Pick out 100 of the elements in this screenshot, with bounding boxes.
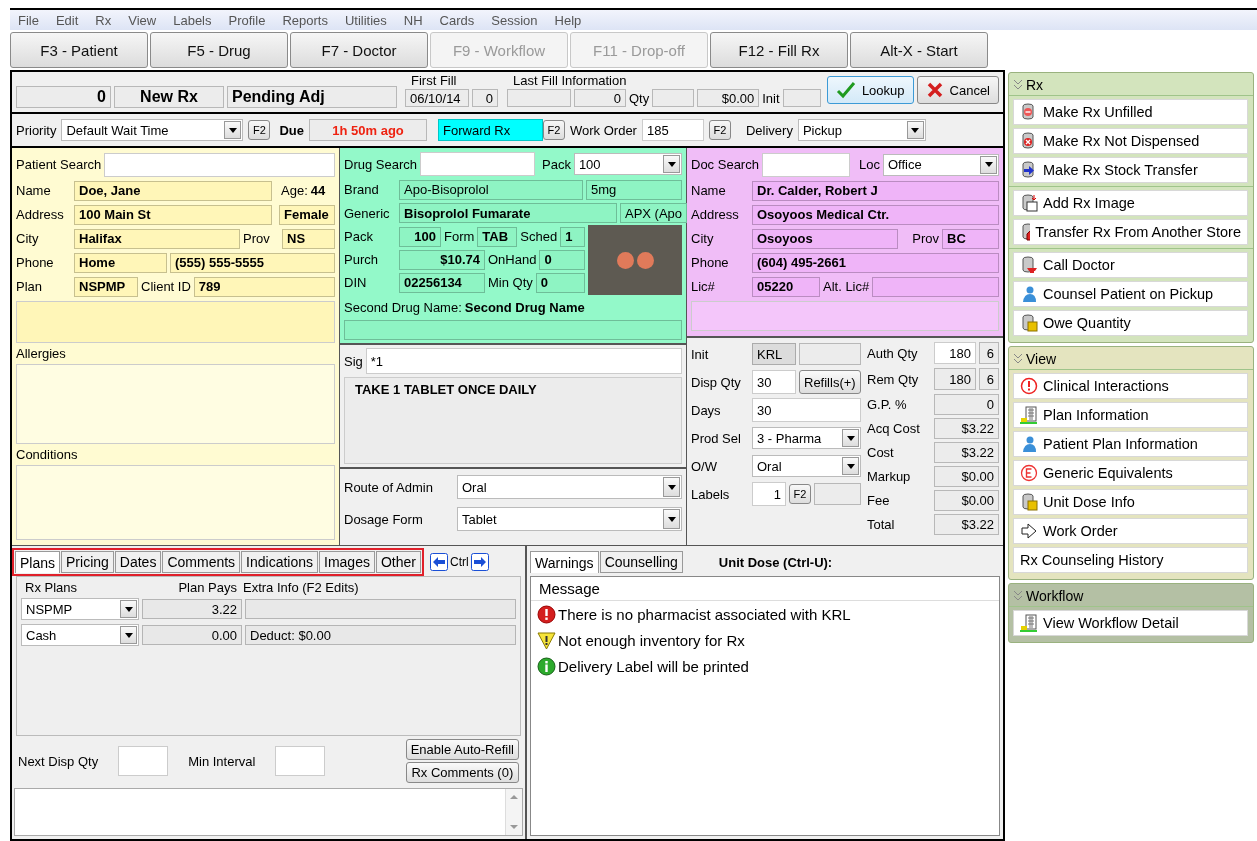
side-panel-item[interactable]: Make Rx Stock Transfer [1013, 157, 1248, 183]
allergies-box[interactable] [16, 364, 335, 444]
tab[interactable]: Pricing [61, 551, 114, 573]
side-panel-item[interactable]: Transfer Rx From Another Store [1013, 219, 1248, 245]
side-panel-item[interactable]: Call Doctor [1013, 252, 1248, 278]
column-header: Extra Info (F2 Edits) [243, 579, 359, 595]
patient-search-field[interactable] [104, 152, 335, 177]
work-order-field[interactable]: 185 [641, 119, 704, 141]
rem-refills-field: 6 [979, 368, 999, 390]
plan-label: Plan [16, 279, 44, 294]
message-text: Delivery Label will be printed [558, 657, 749, 675]
side-panel-item[interactable]: Owe Quantity [1013, 310, 1248, 336]
client-id-field: 789 [193, 276, 335, 297]
drug-search-field[interactable] [420, 152, 535, 177]
rx-status-field: Pending Adj [227, 86, 397, 108]
dosage-form-label: Dosage Form [344, 511, 424, 527]
sched-label: Sched [520, 229, 558, 245]
menu-item[interactable]: Cards [439, 12, 475, 28]
side-panel-item[interactable]: View Workflow Detail [1013, 610, 1248, 636]
doc-search-field[interactable] [761, 152, 850, 177]
disp-qty-field[interactable]: 30 [752, 370, 796, 394]
doctor-prov-field: BC [942, 228, 999, 249]
client-id-label: Client ID [141, 279, 191, 294]
tab[interactable]: Counselling [599, 551, 683, 573]
f2-button[interactable]: F2 [708, 120, 731, 140]
menu-item[interactable]: Labels [173, 12, 212, 28]
f2-button[interactable]: F2 [789, 484, 811, 504]
plan-dropdown[interactable]: NSPMP [21, 598, 139, 620]
location-dropdown[interactable]: Office [882, 153, 999, 176]
dosage-form-dropdown[interactable]: Tablet [457, 507, 682, 531]
brand-label: Brand [344, 182, 380, 198]
side-panel-item[interactable]: Plan Information [1013, 402, 1248, 428]
toolbar-button[interactable]: F12 - Fill Rx [710, 32, 848, 68]
toolbar-button[interactable]: F5 - Drug [150, 32, 288, 68]
menu-item[interactable]: Help [554, 12, 582, 28]
menu-item[interactable]: Edit [55, 12, 79, 28]
side-panel-item[interactable]: Clinical Interactions [1013, 373, 1248, 399]
action-button[interactable]: Rx Comments (0) [405, 762, 519, 783]
plan-dropdown[interactable]: Cash [21, 624, 139, 646]
side-panel-item[interactable]: Counsel Patient on Pickup [1013, 281, 1248, 307]
sig-code-field[interactable]: *1 [365, 348, 682, 374]
conditions-box[interactable] [16, 465, 335, 540]
priority-dropdown[interactable]: Default Wait Time [61, 119, 244, 141]
menu-item[interactable]: File [18, 12, 39, 28]
menu-item[interactable]: Reports [282, 12, 328, 28]
tab[interactable]: Other [375, 551, 421, 573]
side-panel-item[interactable]: Work Order [1013, 518, 1248, 544]
menu-item[interactable]: Utilities [344, 12, 387, 28]
tab[interactable]: Indications [241, 551, 319, 573]
next-disp-qty-field[interactable] [118, 746, 169, 776]
menu-item[interactable]: Profile [228, 12, 266, 28]
side-panel-item[interactable]: Unit Dose Info [1013, 489, 1248, 515]
menu-item[interactable]: NH [403, 12, 423, 28]
cancel-button[interactable]: Cancel [916, 76, 999, 104]
patient-address-field: 100 Main St [74, 204, 272, 225]
tab[interactable]: Dates [114, 551, 162, 573]
tab[interactable]: Images [319, 551, 375, 573]
toolbar-button[interactable]: F7 - Doctor [290, 32, 428, 68]
person-icon [1020, 285, 1038, 303]
scrollbar[interactable] [505, 789, 522, 835]
ow-label: O/W [691, 458, 718, 474]
f2-button[interactable]: F2 [248, 120, 271, 140]
plan-pays-cell: 3.22 [142, 599, 242, 619]
pack-dropdown[interactable]: 100 [573, 153, 682, 176]
collapse-chevron-icon [1013, 79, 1023, 91]
f2-button[interactable]: F2 [543, 120, 565, 140]
side-panel-item[interactable]: Patient Plan Information [1013, 431, 1248, 457]
grid-icon [1020, 406, 1038, 424]
ow-dropdown[interactable]: Oral [752, 455, 861, 477]
labels-field[interactable]: 1 [752, 482, 786, 506]
last-fill-amount: $0.00 [697, 89, 760, 107]
purch-field: $10.74 [399, 249, 485, 270]
refills-button[interactable]: Refills(+) [799, 370, 861, 394]
generic-field: Bisoprolol Fumarate [399, 203, 617, 224]
days-field[interactable]: 30 [752, 398, 861, 422]
allergies-label: Allergies [16, 346, 67, 361]
lookup-button[interactable]: Lookup [826, 76, 914, 104]
menu-item[interactable]: View [128, 12, 157, 28]
side-panel-item[interactable]: Rx Counseling History [1013, 547, 1248, 573]
min-interval-field[interactable] [275, 746, 326, 776]
menu-item[interactable]: Session [491, 12, 538, 28]
menu-item[interactable]: Rx [95, 12, 112, 28]
toolbar-button[interactable]: F3 - Patient [10, 32, 148, 68]
side-panel-item[interactable]: Generic Equivalents [1013, 460, 1248, 486]
delivery-dropdown[interactable]: Pickup [797, 119, 926, 141]
action-button[interactable]: Enable Auto-Refill [405, 739, 519, 760]
tab[interactable]: Plans [15, 551, 61, 573]
product-selection-dropdown[interactable]: 3 - Pharma [752, 427, 861, 449]
tab[interactable]: Comments [162, 551, 241, 573]
auth-qty-field[interactable]: 180 [934, 342, 976, 364]
name-label: Name [16, 183, 52, 198]
side-panel-item[interactable]: Make Rx Unfilled [1013, 99, 1248, 125]
tab[interactable]: Warnings [530, 551, 599, 573]
route-dropdown[interactable]: Oral [457, 475, 682, 499]
toolbar-button[interactable]: Alt-X - Start [850, 32, 988, 68]
side-panel-item[interactable]: Make Rx Not Dispensed [1013, 128, 1248, 154]
comments-field[interactable] [14, 788, 523, 836]
pricing-label: G.P. % [867, 396, 908, 412]
phone-label: Phone [16, 255, 55, 270]
side-panel-item[interactable]: Add Rx Image [1013, 190, 1248, 216]
